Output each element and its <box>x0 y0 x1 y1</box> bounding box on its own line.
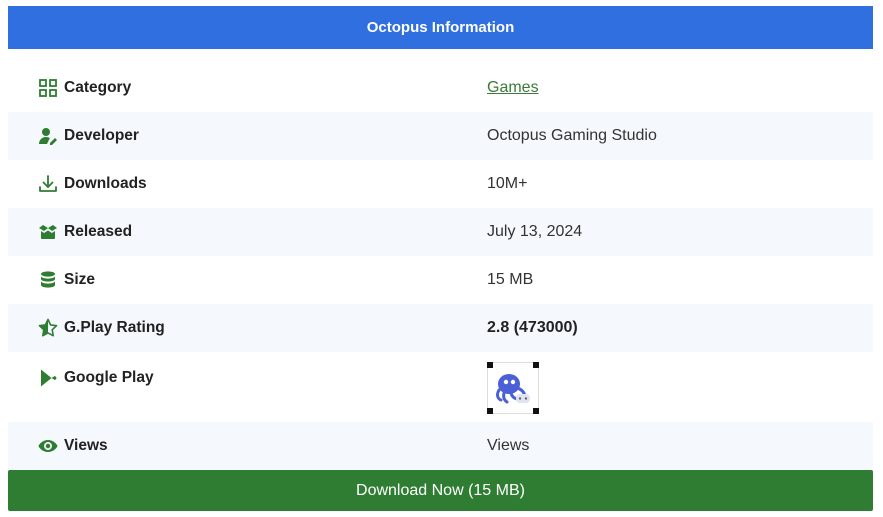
category-label: Category <box>64 79 132 96</box>
thumb-corner <box>533 408 539 414</box>
download-now-button[interactable]: Download Now (15 MB) <box>8 470 873 511</box>
size-label: Size <box>64 271 96 288</box>
row-label: Views <box>8 436 487 456</box>
panel-title: Octopus Information <box>366 19 515 36</box>
developer-label: Developer <box>64 127 139 144</box>
row-size: Size 15 MB <box>8 256 873 304</box>
user-edit-icon <box>38 126 58 146</box>
thumb-corner <box>487 362 493 368</box>
download-icon <box>38 174 58 194</box>
row-value: Games <box>487 79 539 97</box>
row-developer: Developer Octopus Gaming Studio <box>8 112 873 160</box>
views-label: Views <box>64 437 108 454</box>
row-google-play: Google Play <box>8 352 873 422</box>
app-icon-link[interactable] <box>487 362 539 414</box>
thumb-corner <box>533 362 539 368</box>
row-downloads: Downloads 10M+ <box>8 160 873 208</box>
released-label: Released <box>64 223 133 240</box>
views-value: Views <box>487 437 530 454</box>
octopus-app-icon <box>496 374 530 404</box>
released-value: July 13, 2024 <box>487 223 583 240</box>
row-value <box>487 352 539 414</box>
row-rating: G.Play Rating 2.8 (473000) <box>8 304 873 352</box>
row-label: Released <box>8 222 487 242</box>
google-play-icon <box>38 368 58 388</box>
info-table: Category Games Developer Octopus Gaming … <box>8 64 873 470</box>
size-value: 15 MB <box>487 271 534 288</box>
row-label: Size <box>8 270 487 290</box>
download-button-label: Download Now (15 MB) <box>356 481 525 499</box>
app-info-panel: Octopus Information Category Games Devel… <box>8 6 873 511</box>
row-label: G.Play Rating <box>8 318 487 338</box>
row-label: Category <box>8 78 487 98</box>
row-label: Developer <box>8 126 487 146</box>
rating-value: 2.8 (473000) <box>487 319 578 336</box>
downloads-value: 10M+ <box>487 175 528 192</box>
star-half-icon <box>38 318 58 338</box>
row-label: Google Play <box>8 368 487 388</box>
thumb-corner <box>487 408 493 414</box>
google-play-label: Google Play <box>64 369 154 386</box>
row-category: Category Games <box>8 64 873 112</box>
rating-label: G.Play Rating <box>64 319 165 336</box>
category-link[interactable]: Games <box>487 79 539 96</box>
row-views: Views Views <box>8 422 873 470</box>
row-released: Released July 13, 2024 <box>8 208 873 256</box>
panel-header: Octopus Information <box>8 6 873 49</box>
eye-icon <box>38 436 58 456</box>
developer-value: Octopus Gaming Studio <box>487 127 657 144</box>
downloads-label: Downloads <box>64 175 147 192</box>
grid-icon <box>38 78 58 98</box>
row-label: Downloads <box>8 174 487 194</box>
box-open-icon <box>38 222 58 242</box>
database-icon <box>38 270 58 290</box>
